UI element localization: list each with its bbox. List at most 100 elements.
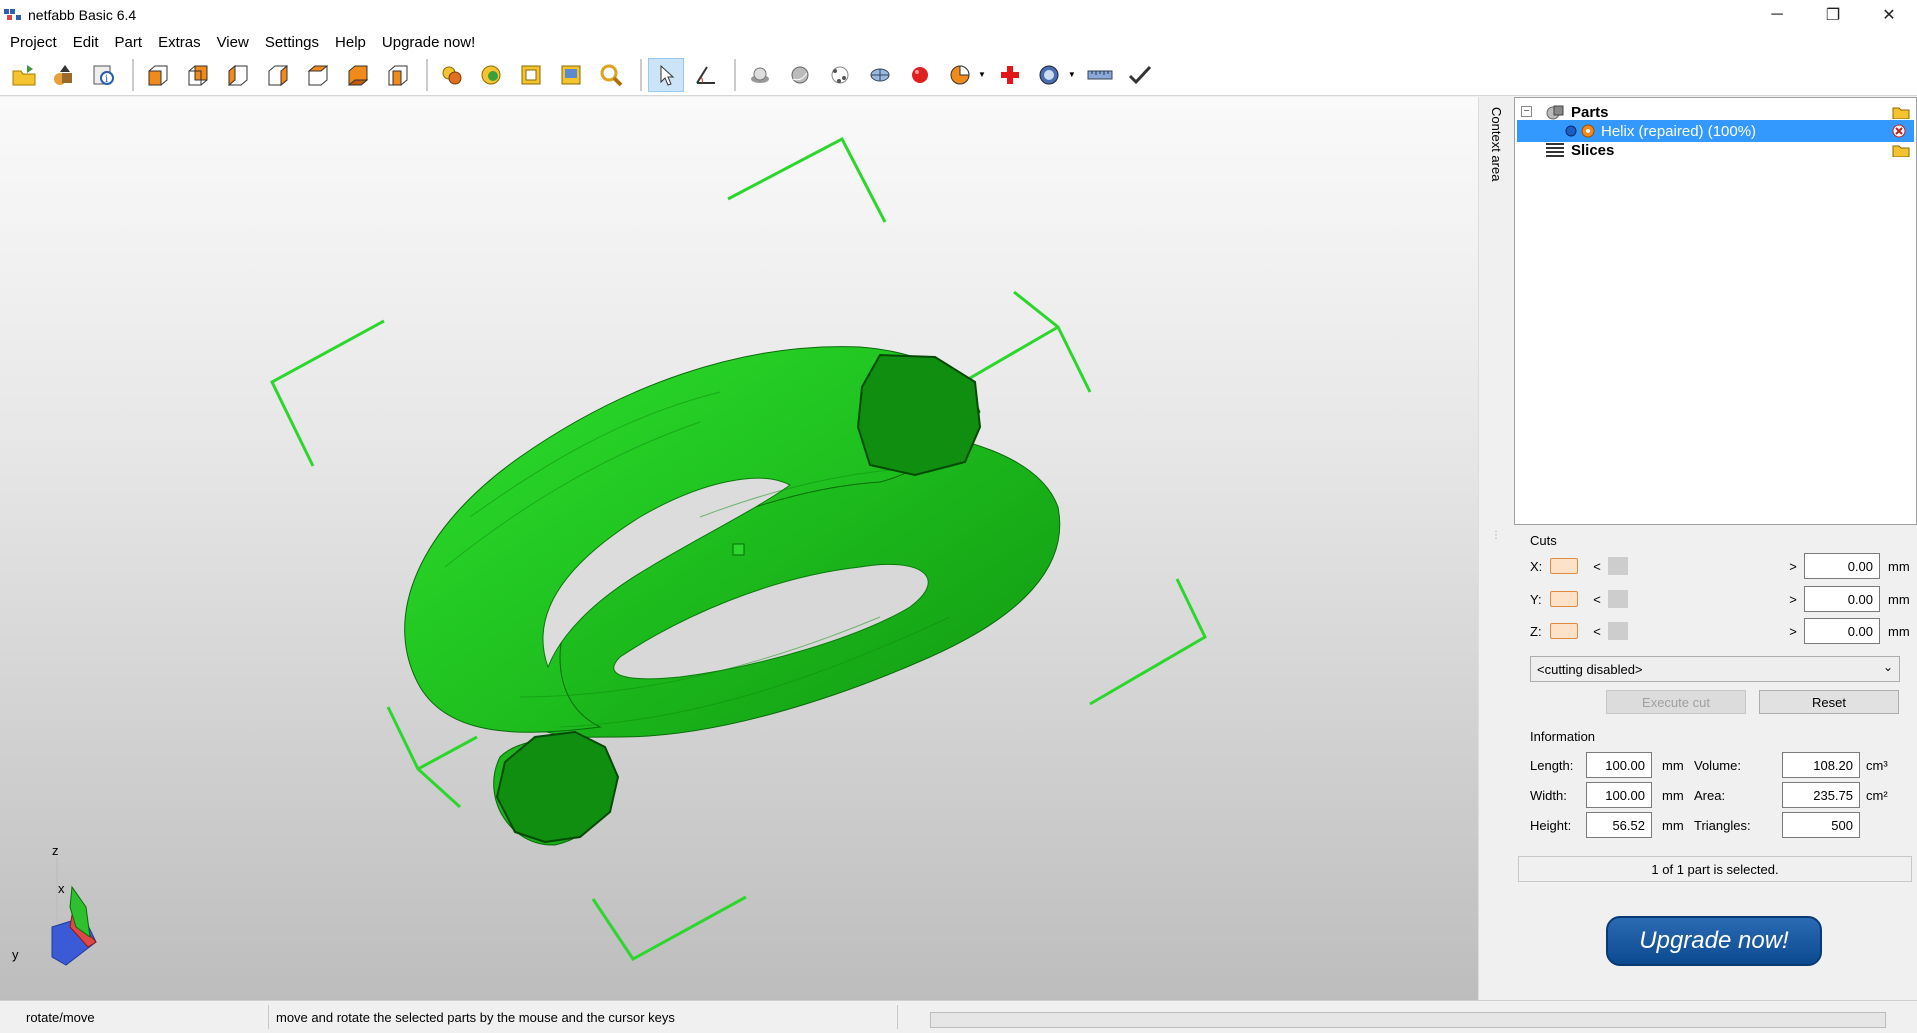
info-row-width-area: Width: 100.00 mm Area: 235.75 cm² <box>1530 782 1888 808</box>
cutting-mode-value: <cutting disabled> <box>1537 661 1643 677</box>
shade-icon[interactable] <box>742 58 778 92</box>
view-top-icon[interactable] <box>300 58 336 92</box>
view-iso-icon[interactable] <box>380 58 416 92</box>
sphere-icon[interactable] <box>902 58 938 92</box>
menu-view[interactable]: View <box>209 34 257 51</box>
height-label: Height: <box>1530 817 1572 833</box>
axis-x-label: x <box>58 881 65 896</box>
context-area-label: Context area <box>1489 107 1504 182</box>
menu-help[interactable]: Help <box>327 34 374 51</box>
splitter-handle[interactable]: ⋮ <box>1478 530 1514 541</box>
view-front-icon[interactable] <box>140 58 176 92</box>
window-title: netfabb Basic 6.4 <box>28 7 137 23</box>
cut-z-input[interactable]: 0.00 <box>1804 618 1880 644</box>
triangles-value: 500 <box>1782 812 1860 838</box>
context-area-strip[interactable]: Context area <box>1478 97 1514 1000</box>
menu-upgrade[interactable]: Upgrade now! <box>374 34 483 51</box>
helix-scene: z x y <box>12 136 1207 966</box>
cut-x-slider[interactable]: < > <box>1590 556 1800 576</box>
reset-button[interactable]: Reset <box>1759 690 1899 714</box>
cut-z-toggle[interactable] <box>1550 623 1578 639</box>
axis-y-label: y <box>12 947 19 962</box>
slices-icon <box>1546 143 1564 157</box>
status-progress-bar <box>930 1012 1886 1028</box>
pie-view-dropdown-icon[interactable]: ▼ <box>978 70 986 79</box>
cut-row-y: Y: < > 0.00 mm <box>1530 586 1910 612</box>
cut-unit: mm <box>1888 591 1910 607</box>
zoom-magnifier-icon[interactable] <box>594 58 630 92</box>
area-value: 235.75 <box>1782 782 1860 808</box>
part-info-icon[interactable]: i <box>86 58 122 92</box>
cut-z-slider[interactable]: < > <box>1590 621 1800 641</box>
parts-group-icon <box>1546 105 1564 120</box>
part-status-icon <box>1581 124 1595 138</box>
tree-parts-label: Parts <box>1571 103 1609 121</box>
remove-part-icon[interactable] <box>1890 124 1908 138</box>
view-back-icon[interactable] <box>180 58 216 92</box>
wireframe-icon[interactable] <box>862 58 898 92</box>
select-cursor-icon[interactable] <box>648 57 684 92</box>
repair-cross-icon[interactable] <box>992 58 1028 92</box>
minimize-button[interactable]: ─ <box>1749 0 1805 30</box>
rotation-center-marker <box>732 543 745 556</box>
pie-view-icon[interactable] <box>942 58 978 92</box>
menu-project[interactable]: Project <box>2 34 65 51</box>
collapse-icon[interactable]: − <box>1521 106 1532 117</box>
part-visible-icon <box>1565 125 1577 137</box>
open-project-icon[interactable] <box>6 58 42 92</box>
menu-edit[interactable]: Edit <box>65 34 107 51</box>
cut-unit: mm <box>1888 623 1910 639</box>
increase-icon[interactable]: > <box>1786 592 1800 607</box>
increase-icon[interactable]: > <box>1786 559 1800 574</box>
pan-dial-icon[interactable] <box>1032 58 1068 92</box>
increase-icon[interactable]: > <box>1786 624 1800 639</box>
menu-settings[interactable]: Settings <box>257 34 327 51</box>
cutting-mode-select[interactable]: <cutting disabled> ⌄ <box>1530 656 1900 682</box>
view-right-icon[interactable] <box>260 58 296 92</box>
cut-y-slider[interactable]: < > <box>1590 589 1800 609</box>
volume-unit: cm³ <box>1866 757 1888 773</box>
view-left-icon[interactable] <box>220 58 256 92</box>
cut-x-toggle[interactable] <box>1550 558 1578 574</box>
decrease-icon[interactable]: < <box>1590 624 1604 639</box>
parts-tree: − Parts Helix (repaired) (100%) Slices <box>1514 97 1917 525</box>
3d-viewport[interactable]: z x y <box>0 97 1478 1000</box>
cut-y-toggle[interactable] <box>1550 591 1578 607</box>
zoom-part-icon[interactable] <box>474 58 510 92</box>
upgrade-now-button[interactable]: Upgrade now! <box>1606 916 1822 966</box>
zoom-selection-icon[interactable] <box>514 58 550 92</box>
decrease-icon[interactable]: < <box>1590 559 1604 574</box>
cut-y-input[interactable]: 0.00 <box>1804 586 1880 612</box>
checkmark-icon[interactable] <box>1122 58 1158 92</box>
shade-smooth-icon[interactable] <box>782 58 818 92</box>
menu-extras[interactable]: Extras <box>150 34 209 51</box>
height-value: 56.52 <box>1586 812 1652 838</box>
measure-angle-icon[interactable] <box>688 58 724 92</box>
view-bottom-icon[interactable] <box>340 58 376 92</box>
zoom-all-icon[interactable] <box>434 58 470 92</box>
menu-bar: Project Edit Part Extras View Settings H… <box>0 30 1917 54</box>
width-unit: mm <box>1662 787 1684 803</box>
decrease-icon[interactable]: < <box>1590 592 1604 607</box>
pan-dial-dropdown-icon[interactable]: ▼ <box>1068 70 1076 79</box>
zoom-window-icon[interactable] <box>554 58 590 92</box>
width-value: 100.00 <box>1586 782 1652 808</box>
close-button[interactable]: ✕ <box>1861 0 1917 30</box>
tree-slices-label: Slices <box>1571 141 1615 159</box>
volume-value: 108.20 <box>1782 752 1860 778</box>
points-icon[interactable] <box>822 58 858 92</box>
add-part-icon[interactable] <box>46 58 82 92</box>
tree-item-slices[interactable]: Slices <box>1515 139 1916 161</box>
maximize-button[interactable]: ❐ <box>1805 0 1861 30</box>
information-group-label: Information <box>1530 729 1596 744</box>
open-folder-icon[interactable] <box>1892 105 1910 119</box>
info-row-height-triangles: Height: 56.52 mm Triangles: 500 <box>1530 812 1860 838</box>
cut-x-input[interactable]: 0.00 <box>1804 553 1880 579</box>
height-unit: mm <box>1662 817 1684 833</box>
open-slices-folder-icon[interactable] <box>1892 143 1910 157</box>
menu-part[interactable]: Part <box>107 34 151 51</box>
ruler-icon[interactable] <box>1082 58 1118 92</box>
selection-status: 1 of 1 part is selected. <box>1518 856 1912 882</box>
execute-cut-button[interactable]: Execute cut <box>1606 690 1746 714</box>
cut-row-z: Z: < > 0.00 mm <box>1530 618 1910 644</box>
